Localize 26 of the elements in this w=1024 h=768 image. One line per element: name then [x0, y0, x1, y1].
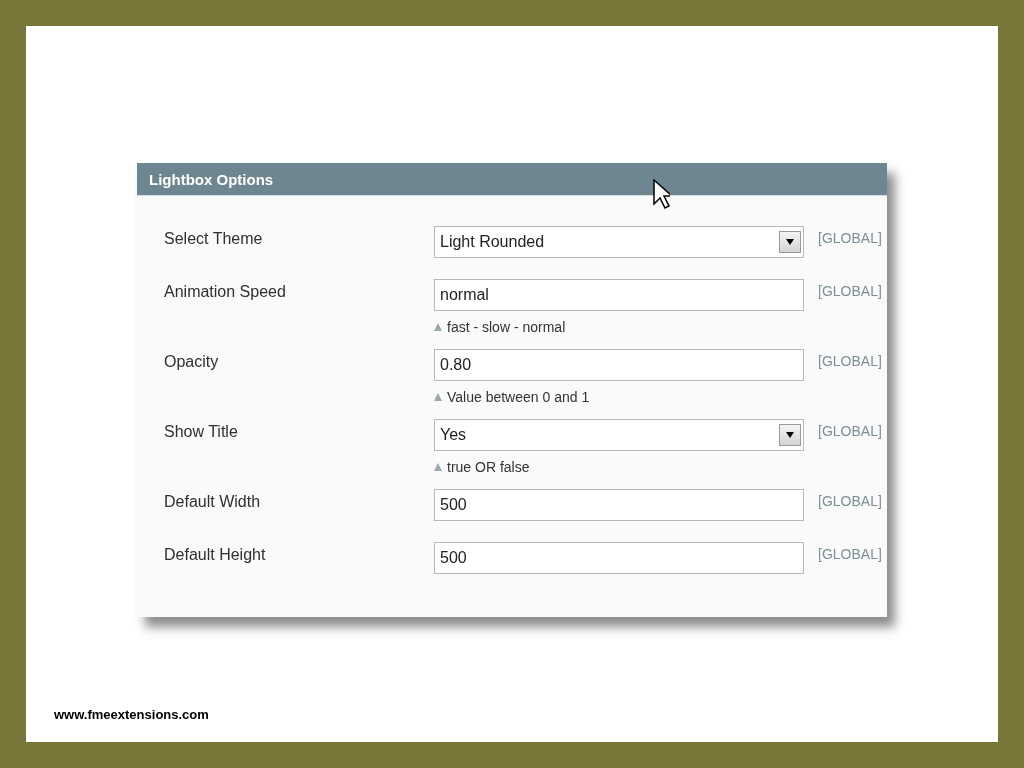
input-field[interactable]: 0.80: [434, 349, 804, 381]
triangle-icon: [434, 323, 442, 331]
input-field[interactable]: 500: [434, 489, 804, 521]
field-hint: Value between 0 and 1: [447, 389, 590, 405]
triangle-icon: [434, 463, 442, 471]
scope-label: [GLOBAL]: [817, 352, 883, 371]
input-field[interactable]: 500: [434, 542, 804, 574]
input-field[interactable]: normal: [434, 279, 804, 311]
scope-label: [GLOBAL]: [817, 282, 883, 301]
scope-label: [GLOBAL]: [817, 492, 883, 511]
scope-label: [GLOBAL]: [817, 422, 883, 441]
field-label: Default Height: [164, 545, 267, 564]
field-label: Opacity: [164, 352, 220, 371]
field-hint: fast - slow - normal: [447, 319, 566, 335]
field-label: Default Width: [164, 492, 262, 511]
triangle-icon: [434, 393, 442, 401]
select-field[interactable]: Light Rounded: [434, 226, 804, 258]
field-label: Select Theme: [164, 229, 264, 248]
field-label: Animation Speed: [164, 282, 287, 301]
select-field[interactable]: Yes: [434, 419, 804, 451]
panel-title: Lightbox Options: [149, 170, 274, 188]
field-hint: true OR false: [447, 459, 530, 475]
scope-label: [GLOBAL]: [817, 229, 883, 248]
website-url: www.fmeextensions.com: [54, 707, 209, 722]
scope-label: [GLOBAL]: [817, 545, 883, 564]
field-label: Show Title: [164, 422, 239, 441]
